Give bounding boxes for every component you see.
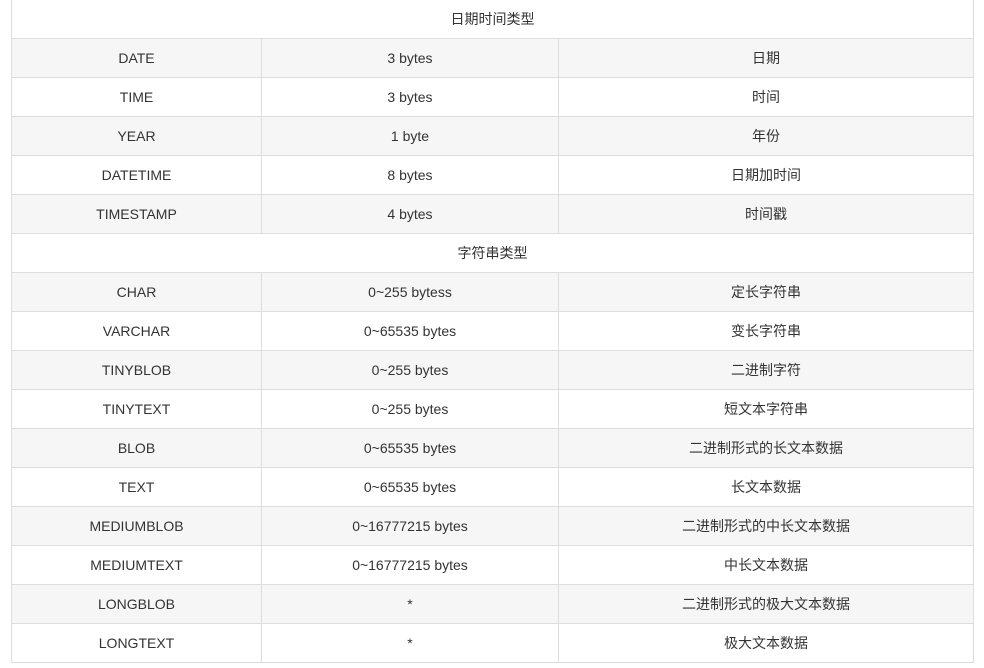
type-cell: TIMESTAMP	[11, 194, 262, 234]
description-cell: 日期	[557, 38, 975, 78]
size-cell: 0~255 bytess	[261, 272, 559, 312]
description-cell: 短文本字符串	[557, 389, 975, 429]
section-title: 字符串类型	[10, 233, 975, 273]
table-row: MEDIUMBLOB 0~16777215 bytes 二进制形式的中长文本数据	[11, 506, 975, 546]
table-row: TEXT 0~65535 bytes 长文本数据	[11, 467, 975, 507]
size-cell: 1 byte	[261, 116, 559, 156]
type-cell: VARCHAR	[11, 311, 262, 351]
table-row: DATETIME 8 bytes 日期加时间	[11, 155, 975, 195]
description-cell: 二进制形式的长文本数据	[557, 428, 975, 468]
size-cell: 0~255 bytes	[261, 350, 559, 390]
data-types-table: 日期时间类型 DATE 3 bytes 日期 TIME 3 bytes 时间 Y…	[10, 0, 975, 663]
description-cell: 时间戳	[557, 194, 975, 234]
description-cell: 年份	[557, 116, 975, 156]
size-cell: 0~65535 bytes	[261, 311, 559, 351]
size-cell: *	[261, 584, 559, 624]
description-cell: 二进制字符	[557, 350, 975, 390]
type-cell: DATETIME	[11, 155, 262, 195]
table-row: TIMESTAMP 4 bytes 时间戳	[11, 194, 975, 234]
section-header-row: 日期时间类型	[10, 0, 975, 39]
data-types-table-wrapper: 日期时间类型 DATE 3 bytes 日期 TIME 3 bytes 时间 Y…	[10, 0, 975, 663]
section-header-row: 字符串类型	[10, 233, 975, 273]
type-cell: MEDIUMBLOB	[11, 506, 262, 546]
table-row: YEAR 1 byte 年份	[11, 116, 975, 156]
description-cell: 极大文本数据	[557, 623, 975, 663]
description-cell: 定长字符串	[557, 272, 975, 312]
description-cell: 二进制形式的极大文本数据	[557, 584, 975, 624]
type-cell: DATE	[11, 38, 262, 78]
description-cell: 变长字符串	[557, 311, 975, 351]
description-cell: 二进制形式的中长文本数据	[557, 506, 975, 546]
size-cell: 3 bytes	[261, 77, 559, 117]
table-row: BLOB 0~65535 bytes 二进制形式的长文本数据	[11, 428, 975, 468]
type-cell: LONGTEXT	[11, 623, 262, 663]
table-row: VARCHAR 0~65535 bytes 变长字符串	[11, 311, 975, 351]
table-row: TIME 3 bytes 时间	[11, 77, 975, 117]
type-cell: TIME	[11, 77, 262, 117]
size-cell: 0~65535 bytes	[261, 467, 559, 507]
type-cell: CHAR	[11, 272, 262, 312]
table-row: TINYBLOB 0~255 bytes 二进制字符	[11, 350, 975, 390]
type-cell: TEXT	[11, 467, 262, 507]
type-cell: YEAR	[11, 116, 262, 156]
table-row: TINYTEXT 0~255 bytes 短文本字符串	[11, 389, 975, 429]
description-cell: 日期加时间	[557, 155, 975, 195]
size-cell: 3 bytes	[261, 38, 559, 78]
size-cell: 0~16777215 bytes	[261, 506, 559, 546]
type-cell: TINYBLOB	[11, 350, 262, 390]
description-cell: 时间	[557, 77, 975, 117]
section-title: 日期时间类型	[10, 0, 975, 39]
type-cell: BLOB	[11, 428, 262, 468]
type-cell: LONGBLOB	[11, 584, 262, 624]
size-cell: 8 bytes	[261, 155, 559, 195]
size-cell: *	[261, 623, 559, 663]
type-cell: MEDIUMTEXT	[11, 545, 262, 585]
description-cell: 长文本数据	[557, 467, 975, 507]
size-cell: 0~255 bytes	[261, 389, 559, 429]
description-cell: 中长文本数据	[557, 545, 975, 585]
table-row: LONGBLOB * 二进制形式的极大文本数据	[11, 584, 975, 624]
table-row: CHAR 0~255 bytess 定长字符串	[11, 272, 975, 312]
type-cell: TINYTEXT	[11, 389, 262, 429]
size-cell: 4 bytes	[261, 194, 559, 234]
size-cell: 0~65535 bytes	[261, 428, 559, 468]
table-row: DATE 3 bytes 日期	[11, 38, 975, 78]
size-cell: 0~16777215 bytes	[261, 545, 559, 585]
table-row: LONGTEXT * 极大文本数据	[11, 623, 975, 663]
table-row: MEDIUMTEXT 0~16777215 bytes 中长文本数据	[11, 545, 975, 585]
